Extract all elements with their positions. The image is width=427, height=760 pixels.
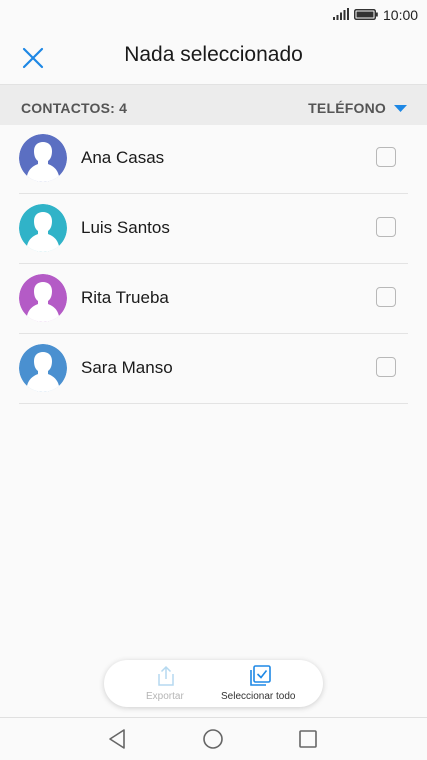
select-all-button[interactable]: Seleccionar todo	[216, 660, 316, 707]
title-bar: Nada seleccionado	[0, 30, 427, 84]
battery-icon	[354, 9, 378, 20]
avatar	[19, 204, 67, 252]
contact-list: Ana Casas Luis Santos Rita Trueba Sara M…	[0, 124, 427, 404]
contact-row[interactable]: Luis Santos	[19, 194, 408, 264]
contact-checkbox[interactable]	[376, 217, 396, 237]
back-icon[interactable]	[107, 728, 129, 750]
screen: 10:00 Nada seleccionado CONTACTOS: 4 TEL…	[0, 0, 427, 760]
contact-name: Sara Manso	[81, 358, 173, 377]
contact-checkbox[interactable]	[376, 287, 396, 307]
contact-name: Luis Santos	[81, 218, 170, 237]
person-avatar-icon	[19, 274, 67, 322]
caret-down-icon	[394, 104, 407, 112]
person-avatar-icon	[19, 204, 67, 252]
home-icon[interactable]	[202, 728, 224, 750]
contacts-count: CONTACTOS: 4	[21, 100, 128, 116]
contact-checkbox[interactable]	[376, 147, 396, 167]
select-all-icon	[250, 665, 271, 686]
phone-filter-dropdown[interactable]: TELÉFONO	[308, 100, 407, 116]
contact-row[interactable]: Rita Trueba	[19, 264, 408, 334]
list-header: CONTACTOS: 4 TELÉFONO	[0, 84, 427, 125]
phone-filter-label: TELÉFONO	[308, 100, 386, 116]
export-button[interactable]: Exportar	[134, 660, 198, 707]
contact-checkbox[interactable]	[376, 357, 396, 377]
contact-row[interactable]: Ana Casas	[19, 124, 408, 194]
contact-name: Rita Trueba	[81, 288, 169, 307]
status-time: 10:00	[383, 7, 419, 23]
avatar	[19, 344, 67, 392]
person-avatar-icon	[19, 344, 67, 392]
select-all-label: Seleccionar todo	[221, 691, 296, 702]
share-export-icon	[158, 665, 174, 686]
signal-icon	[333, 8, 349, 20]
action-bar: Exportar Seleccionar todo	[104, 660, 323, 707]
recent-apps-icon[interactable]	[297, 728, 319, 750]
system-nav-bar	[0, 717, 427, 760]
avatar	[19, 134, 67, 182]
export-label: Exportar	[146, 691, 184, 702]
contact-row[interactable]: Sara Manso	[19, 334, 408, 404]
contact-name: Ana Casas	[81, 148, 165, 167]
page-title: Nada seleccionado	[124, 43, 303, 66]
person-avatar-icon	[19, 134, 67, 182]
avatar	[19, 274, 67, 322]
status-bar: 10:00	[0, 0, 427, 30]
